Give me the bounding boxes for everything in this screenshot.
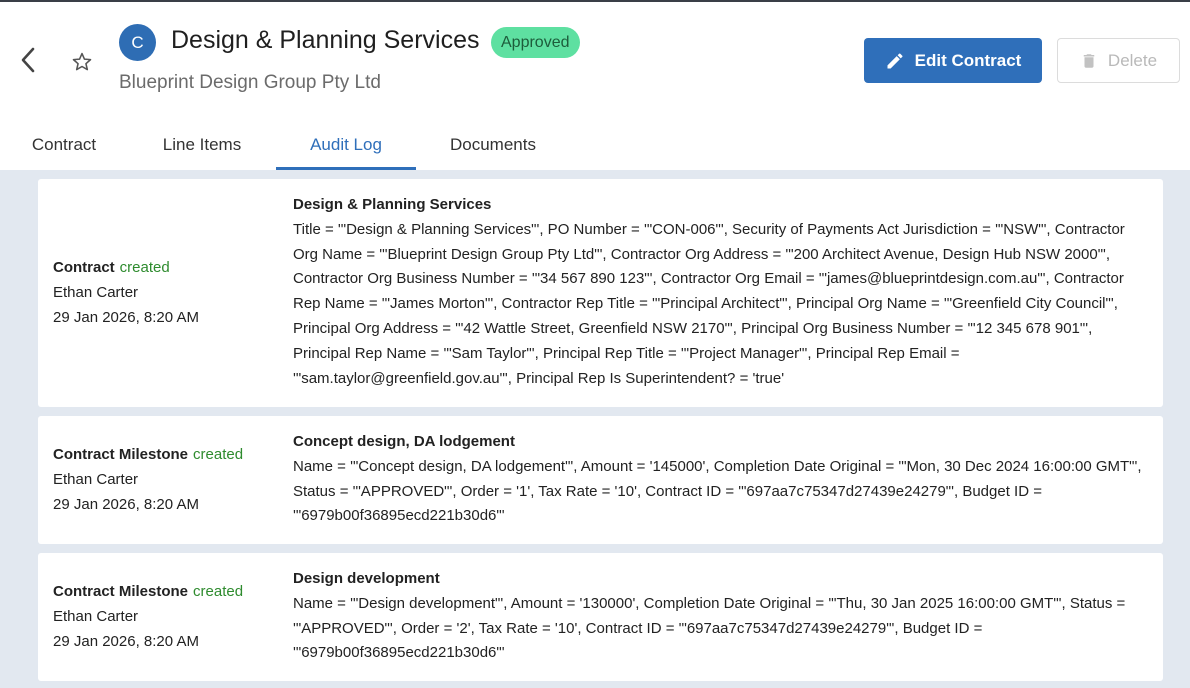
status-badge: Approved bbox=[491, 27, 580, 58]
tab-bar: Contract Line Items Audit Log Documents bbox=[0, 120, 1190, 170]
audit-user: Ethan Carter bbox=[53, 608, 139, 625]
audit-record-title: Design & Planning Services bbox=[293, 196, 492, 213]
tab-contract[interactable]: Contract bbox=[0, 120, 128, 170]
trash-icon bbox=[1083, 53, 1095, 68]
audit-action: created bbox=[193, 583, 244, 600]
tab-audit-log[interactable]: Audit Log bbox=[276, 120, 416, 170]
audit-entry: Contract created Ethan Carter 29 Jan 2026… bbox=[38, 179, 1163, 407]
avatar: C bbox=[119, 24, 156, 61]
audit-user: Ethan Carter bbox=[53, 284, 139, 301]
audit-change-details: Name = '"Concept design, DA lodgement"',… bbox=[293, 457, 1142, 525]
pencil-icon bbox=[887, 52, 903, 68]
audit-entry-detail: Design & Planning Services Title = '"Des… bbox=[293, 193, 1153, 391]
audit-entity: Contract bbox=[53, 259, 115, 276]
audit-user: Ethan Carter bbox=[53, 471, 139, 488]
page-subtitle: Blueprint Design Group Pty Ltd bbox=[119, 72, 381, 93]
audit-entry-detail: Concept design, DA lodgement Name = '"Co… bbox=[293, 430, 1153, 529]
audit-entity: Contract Milestone bbox=[53, 583, 189, 600]
page-header: C Design & Planning Services Approved Bl… bbox=[0, 2, 1190, 170]
audit-entry: Contract Milestone created Ethan Carter 2… bbox=[38, 416, 1163, 544]
audit-change-details: Name = '"Design development"', Amount = … bbox=[293, 594, 1126, 662]
tab-line-items[interactable]: Line Items bbox=[141, 120, 263, 170]
audit-timestamp: 29 Jan 2026, 8:20 AM bbox=[53, 496, 199, 513]
back-button[interactable] bbox=[12, 44, 44, 76]
audit-record-title: Design development bbox=[293, 570, 440, 587]
audit-timestamp: 29 Jan 2026, 8:20 AM bbox=[53, 309, 199, 326]
page-title: Design & Planning Services bbox=[171, 26, 480, 54]
audit-log-panel: Contract created Ethan Carter 29 Jan 2026… bbox=[0, 170, 1190, 688]
audit-action: created bbox=[119, 259, 170, 276]
audit-entry: Contract Milestone created Ethan Carter 2… bbox=[38, 553, 1163, 681]
audit-entry-detail: Design development Name = '"Design devel… bbox=[293, 567, 1153, 666]
audit-entry-meta: Contract Milestone created Ethan Carter 2… bbox=[53, 579, 243, 654]
delete-label: Delete bbox=[1107, 50, 1158, 70]
audit-change-details: Title = '"Design & Planning Services"', … bbox=[293, 220, 1125, 387]
audit-entry-meta: Contract Milestone created Ethan Carter 2… bbox=[53, 442, 243, 517]
audit-timestamp: 29 Jan 2026, 8:20 AM bbox=[53, 633, 199, 650]
audit-entry-meta: Contract created Ethan Carter 29 Jan 2026… bbox=[53, 255, 199, 330]
favorite-button[interactable] bbox=[66, 46, 98, 78]
chevron-left-icon bbox=[21, 47, 35, 73]
audit-entity: Contract Milestone bbox=[53, 446, 189, 463]
edit-contract-label: Edit Contract bbox=[914, 50, 1022, 70]
audit-record-title: Concept design, DA lodgement bbox=[293, 433, 515, 450]
edit-contract-button[interactable]: Edit Contract bbox=[864, 38, 1042, 83]
tab-documents[interactable]: Documents bbox=[428, 120, 558, 170]
audit-action: created bbox=[193, 446, 244, 463]
delete-button[interactable]: Delete bbox=[1057, 38, 1180, 83]
star-icon bbox=[72, 52, 92, 71]
